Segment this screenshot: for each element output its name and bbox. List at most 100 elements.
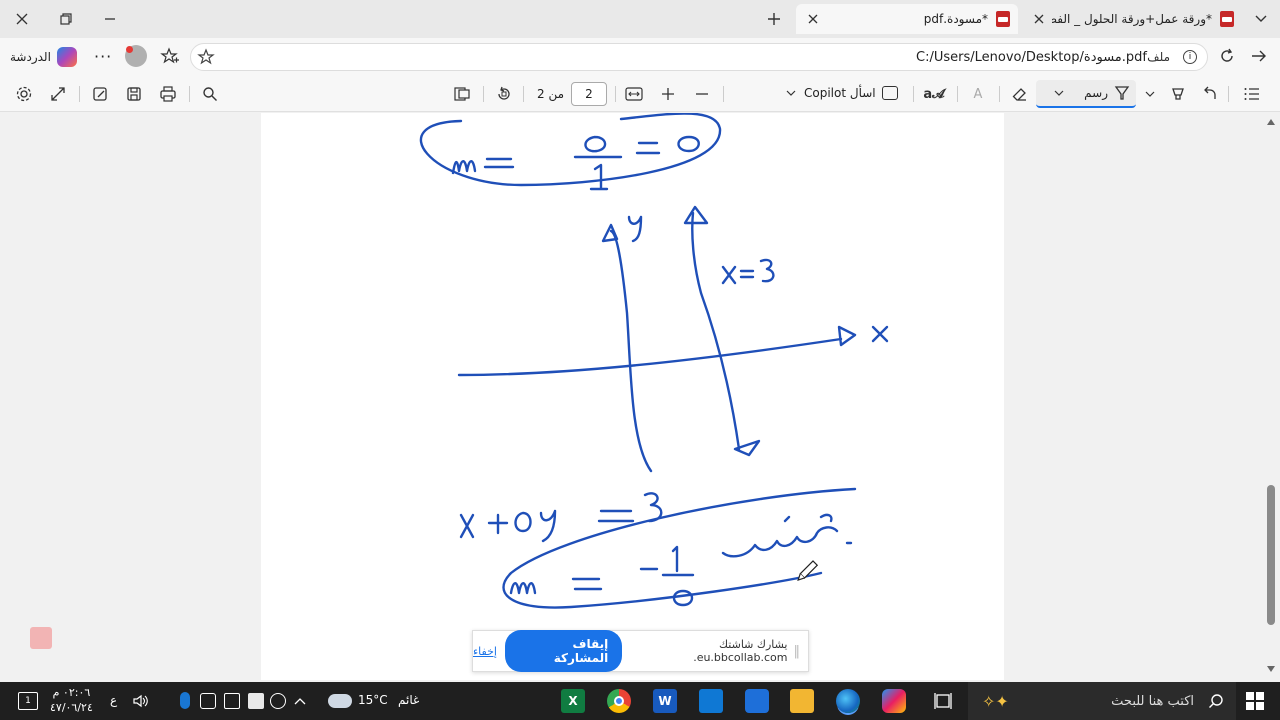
close-window-button[interactable]: [0, 0, 44, 38]
zoom-out-button[interactable]: [692, 84, 712, 104]
file-explorer-icon[interactable]: [790, 689, 814, 713]
refresh-button[interactable]: [1218, 47, 1236, 65]
tab-actions-button[interactable]: [1242, 0, 1280, 38]
undo-button[interactable]: [1200, 84, 1220, 104]
zoom-in-button[interactable]: [658, 84, 678, 104]
mail-app-icon[interactable]: [699, 689, 723, 713]
profile-avatar[interactable]: [125, 45, 147, 67]
store-app-icon[interactable]: [745, 689, 769, 713]
copilot-chat-button[interactable]: الدردشة: [10, 47, 77, 67]
ink-letter-m: [451, 160, 477, 175]
page-view-icon: [454, 87, 470, 101]
chrome-app-icon[interactable]: [607, 689, 631, 713]
task-view-button[interactable]: [934, 692, 952, 710]
tab-close-button[interactable]: [804, 10, 822, 28]
page-view-button[interactable]: [452, 84, 472, 104]
start-button[interactable]: [1246, 692, 1264, 710]
list-icon: [1244, 88, 1259, 100]
url-box[interactable]: C:/Users/Lenovo/Desktop/مسودة.pdf ملف i: [190, 43, 1208, 71]
gear-icon: [16, 86, 32, 102]
display-icon[interactable]: [224, 693, 240, 709]
chat-label: الدردشة: [10, 50, 51, 64]
share-message: يشارك شاشتك eu.bbcollab.com.: [693, 638, 788, 664]
erase-button[interactable]: [1010, 84, 1030, 104]
settings-button[interactable]: [14, 84, 34, 104]
notification-center-button[interactable]: 1: [18, 692, 38, 710]
acrobat-icon[interactable]: [30, 627, 52, 649]
ask-copilot-button[interactable]: اسأل Copilot: [786, 86, 898, 100]
favorites-star-icon: [160, 47, 179, 64]
tab-worksheet[interactable]: *ورقة عمل+ورقة الحلول _ الفصل الـ: [1022, 4, 1242, 34]
tab-close-button[interactable]: [1030, 10, 1048, 28]
read-aloud-button[interactable]: a𝓐: [923, 84, 944, 104]
chevron-up-icon[interactable]: [292, 693, 308, 709]
minimize-window-button[interactable]: [88, 0, 132, 38]
hide-link[interactable]: إخفاء: [473, 645, 497, 658]
print-button[interactable]: [158, 84, 178, 104]
find-button[interactable]: [200, 84, 220, 104]
word-app-icon[interactable]: W: [653, 689, 677, 713]
ellipsis-icon: ···: [94, 47, 113, 66]
info-icon[interactable]: i: [1183, 50, 1197, 64]
taskbar-search[interactable]: اكتب هنا للبحث ✦✧: [968, 682, 1236, 720]
tray-colorful-icon[interactable]: [248, 693, 264, 709]
ink-one-den: [589, 163, 609, 191]
battery-icon[interactable]: [200, 693, 216, 709]
save-icon: [127, 87, 141, 101]
plus-icon: [662, 88, 674, 100]
edge-app-icon[interactable]: [836, 689, 860, 713]
ink-x-label: [871, 325, 889, 343]
favorites-button[interactable]: [160, 47, 180, 67]
drag-handle-icon[interactable]: ‖: [794, 644, 801, 659]
pdf-file-icon: [1220, 11, 1234, 27]
expand-icon: [51, 87, 65, 101]
contents-button[interactable]: [1242, 84, 1262, 104]
ink-eq-y: [539, 509, 557, 543]
restore-window-button[interactable]: [44, 0, 88, 38]
add-favorite-button[interactable]: [197, 48, 215, 66]
ink-eq-plus: [487, 513, 509, 535]
draw-button[interactable]: رسم: [1036, 80, 1136, 108]
notification-count: 1: [25, 696, 31, 706]
fit-width-button[interactable]: [624, 84, 644, 104]
cloud-icon: [328, 694, 352, 708]
language-indicator[interactable]: ع: [110, 693, 117, 707]
back-button[interactable]: [1250, 47, 1268, 65]
text-button[interactable]: A: [968, 84, 988, 104]
tray-app-icon[interactable]: [270, 693, 286, 709]
rotate-button[interactable]: [494, 84, 514, 104]
ink-y-axis: [609, 229, 653, 473]
page-number-input[interactable]: 2: [571, 82, 607, 106]
save-button[interactable]: [124, 84, 144, 104]
time-text: ٠٢:٠٦ م: [52, 686, 91, 699]
more-options-button[interactable]: ···: [94, 47, 112, 66]
eraser-icon: [1012, 88, 1026, 101]
bluetooth-icon[interactable]: [180, 692, 190, 709]
new-tab-button[interactable]: [752, 0, 796, 38]
undo-icon: [1204, 86, 1216, 99]
ink-y-label: [627, 215, 643, 243]
close-icon: [1034, 14, 1044, 24]
document-area[interactable]: [0, 113, 1262, 680]
excel-app-icon[interactable]: X: [561, 689, 585, 713]
fit-width-icon: [625, 87, 643, 101]
fullscreen-button[interactable]: [48, 84, 68, 104]
save-as-button[interactable]: [90, 84, 110, 104]
scroll-thumb[interactable]: [1267, 485, 1275, 625]
highlight-button[interactable]: [1168, 84, 1188, 104]
stop-sharing-button[interactable]: إيقاف المشاركة: [504, 630, 623, 672]
close-icon: [16, 13, 28, 25]
volume-icon[interactable]: [132, 693, 148, 709]
copilot-app-icon[interactable]: [882, 689, 906, 713]
vertical-scrollbar[interactable]: [1262, 113, 1280, 680]
ink-y-arrow: [601, 223, 619, 243]
search-icon: [1209, 694, 1223, 708]
highlight-dropdown-button[interactable]: [1140, 84, 1160, 104]
pdf-page[interactable]: [261, 113, 1004, 680]
weather-temp[interactable]: 15°C: [358, 693, 388, 707]
clock[interactable]: ٠٢:٠٦ م ٤٧/٠٦/٢٤: [50, 685, 93, 715]
ink-bubble-top: [419, 113, 722, 187]
weather-text[interactable]: غائم: [398, 693, 419, 707]
draw-label: رسم: [1084, 86, 1108, 100]
tab-draft-pdf[interactable]: *مسودة.pdf: [796, 4, 1018, 34]
